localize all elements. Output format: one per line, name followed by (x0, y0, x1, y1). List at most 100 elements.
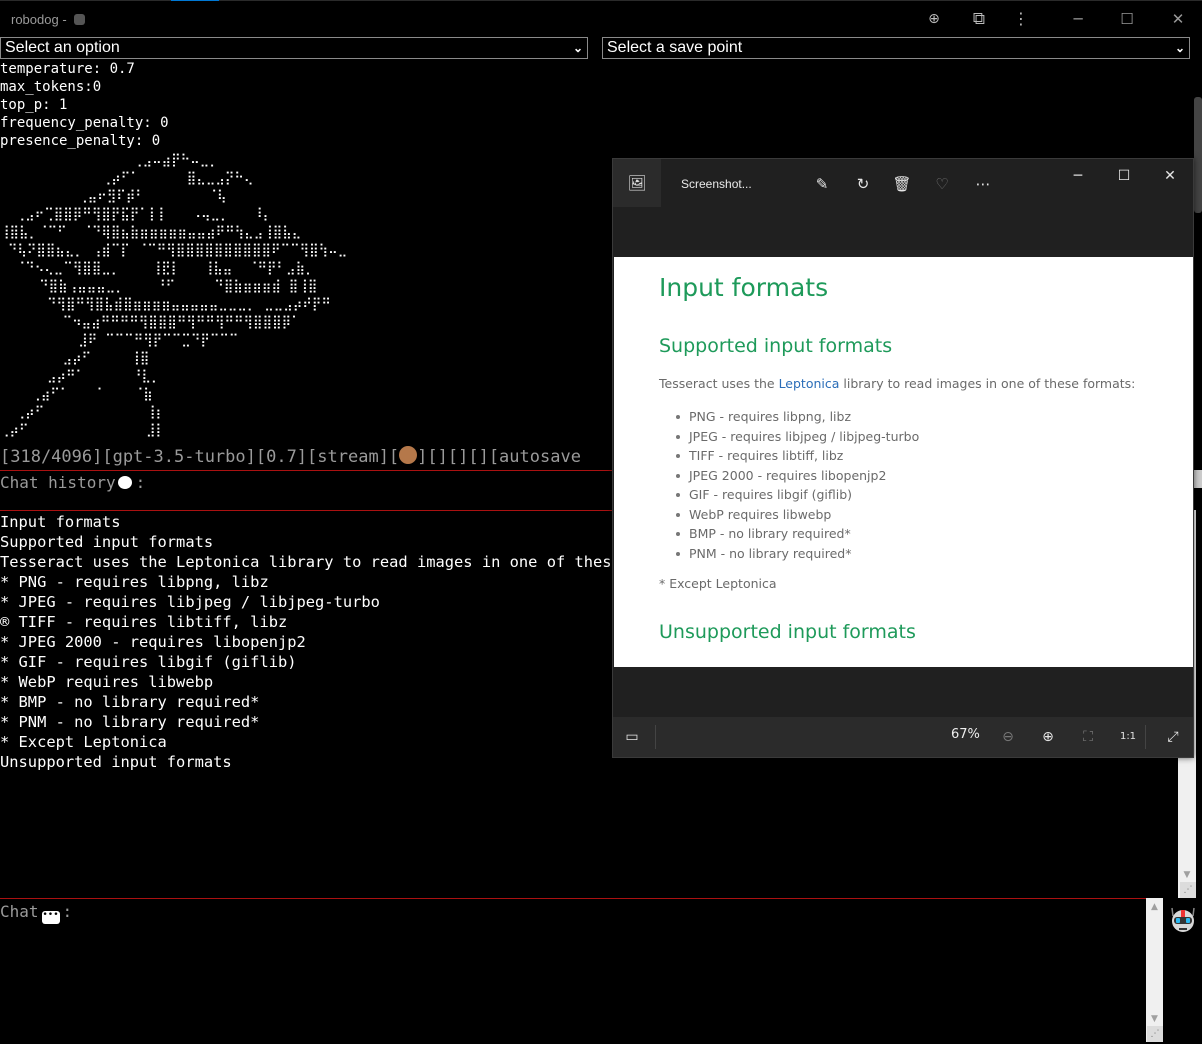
ascii-art-line: ⠙⢧⠝⣿⣿⣦⣄⡀ ⢠⣾⠉⡏ ⠈⠉⠛⢻⣿⣿⣿⣿⣿⣿⣿⣿⣿⣿⠟⠉⠉⢻⣿⢳⠤⣀ (0, 243, 348, 258)
app-title-text: robodog - (11, 12, 71, 27)
leptonica-link: Leptonica (778, 376, 840, 391)
list-item: TIFF - requires libtiff, libz (674, 446, 919, 466)
status-line-suffix: ][][][][autosave (417, 447, 581, 467)
list-item: GIF - requires libgif (giflib) (674, 485, 919, 505)
ascii-art-line: ⢀⡴⠋ ⢸⡆ (0, 405, 166, 420)
page-scrollbar-thumb[interactable] (1194, 97, 1202, 213)
zoom-in-icon[interactable]: ⊕ (1036, 726, 1060, 748)
ascii-art-line: ⢀⣤⠖⣻⠏⡾⠃ ⠈⢧ (0, 189, 227, 204)
chevron-down-icon: ⌄ (1174, 41, 1185, 55)
setting-temperature: temperature: 0.7 (0, 61, 135, 77)
rotate-icon[interactable]: ↻ (851, 173, 875, 195)
status-line: [318/4096][gpt-3.5-turbo][0.7][stream][]… (0, 446, 612, 467)
chat-history-colon: : (135, 473, 146, 492)
chat-label-colon: : (62, 902, 73, 921)
list-item: WebP requires libwebp (674, 505, 919, 525)
viewer-close-button[interactable]: ✕ (1155, 165, 1185, 187)
fullscreen-icon[interactable]: ⤢ (1161, 726, 1185, 748)
ascii-art-line: ⢀⣠⠖⢉⣿⣿⡿⠛⢻⣿⡟⣯⡟⠁⡇⡇ ⠠⢤⣀⡀ ⠸⡄ (0, 207, 273, 222)
chat-label-text: Chat (0, 902, 39, 921)
separator (655, 725, 656, 749)
save-point-select[interactable]: Select a save point ⌄ (602, 37, 1190, 59)
list-item: PNM - no library required* (674, 544, 919, 564)
ascii-art-line: ⠙⢻⣿⠛⢻⣿⣧⣾⣿⣶⣶⣶⣶⣤⣤⣤⣤⣤⣀⣀⣀⡀ ⣀⣀⣠⡴⠞⡟⠛ (0, 297, 331, 312)
list-item: PNG - requires libpng, libz (674, 407, 919, 427)
ascii-art-line: ⢀⣠⠤⣴⡟⠓⠤⣀⡀ (0, 153, 219, 168)
speech-bubble-icon (117, 476, 132, 489)
app-title: robodog - (11, 12, 86, 27)
doc-intro: Tesseract uses the Leptonica library to … (659, 376, 1135, 391)
ascii-art-line: ⠈⠙⠢⢄⣀⠉⢻⣿⣿⣀⡀ ⢸⣟⡇ ⢸⣧⣤ ⠈⠛⡟⠃⣠⣷⡀ (0, 261, 315, 276)
resize-handle[interactable]: ⋰ (1180, 882, 1196, 898)
doc-intro-text: Tesseract uses the (659, 376, 779, 391)
fit-to-window-icon[interactable]: ⛶ (1076, 726, 1100, 748)
more-icon[interactable]: ⋯ (971, 173, 995, 195)
chat-input[interactable] (0, 920, 1146, 1040)
option-select-value: Select an option (5, 39, 120, 56)
scroll-down-arrow-icon[interactable]: ▼ (1146, 1014, 1163, 1024)
separator (1145, 725, 1146, 749)
sloth-emoji-icon (399, 446, 418, 464)
ascii-art-line: ⣸⠟ ⠉⠉⠉⠛⢻⡟⠉⠉⣉⠙⡟⠉⠉⠉ (0, 333, 239, 348)
doc-footnote: * Except Leptonica (659, 576, 777, 591)
maximize-button[interactable]: ☐ (1112, 7, 1142, 31)
ascii-art-line: ⣠⡴⠋ ⢸⣿ (0, 351, 150, 366)
chat-input-scrollbar[interactable]: ▲ ▼ (1146, 898, 1163, 1042)
delete-icon[interactable]: 🗑 (890, 173, 914, 195)
robot-favicon-icon (74, 14, 86, 25)
zoom-level: 67% (951, 727, 980, 742)
favorite-icon[interactable]: ♡ (930, 173, 954, 195)
save-point-select-value: Select a save point (607, 39, 743, 56)
viewer-maximize-button[interactable]: ☐ (1109, 165, 1139, 187)
list-item: BMP - no library required* (674, 524, 919, 544)
viewer-minimize-button[interactable]: ─ (1063, 165, 1093, 187)
ascii-art-line: ⢀⡴⠋ ⣸⡇ (0, 423, 166, 438)
ascii-art-line: ⠙⣿⣷⢠⣤⣤⣤⣀⡀ ⠘⠋ ⠙⣿⣷⣶⣶⣶⣾ ⣿⢸⣿ (0, 279, 318, 294)
resize-handle[interactable]: ⋰ (1147, 1026, 1163, 1042)
close-button[interactable]: ✕ (1163, 7, 1193, 31)
setting-top-p: top_p: 1 (0, 97, 68, 113)
chat-history-text: Chat history (0, 473, 116, 492)
divider (0, 470, 612, 471)
image-canvas[interactable]: Input formats Supported input formats Te… (614, 257, 1193, 667)
ascii-art-line: ⢀⣴⠋⠁ ⠈ ⠈⣷ (0, 387, 153, 402)
formats-list: PNG - requires libpng, libz JPEG - requi… (674, 407, 919, 563)
setting-presence-penalty: presence_penalty: 0 (0, 133, 161, 149)
ascii-art-line: ⣠⡴⠛⠁ ⠘⣇⡀ (0, 369, 161, 384)
doc-heading-unsupported: Unsupported input formats (659, 621, 916, 643)
list-item: JPEG - requires libjpeg / libjpeg-turbo (674, 427, 919, 447)
list-item: JPEG 2000 - requires libopenjp2 (674, 466, 919, 486)
title-bar: robodog - ⊕ ⧉ ⋮ ─ ☐ ✕ (0, 1, 1202, 37)
ascii-art-line: ⠉⠲⣤⣴⠛⠛⠛⠛⢻⣿⣿⣿⠛⢻⠛⠛⢻⠛⠛⢻⣿⣿⣿⡿⠁ (0, 315, 301, 330)
page-scrollbar-marker (1193, 470, 1202, 488)
setting-frequency-penalty: frequency_penalty: 0 (0, 115, 169, 131)
photos-app-icon[interactable]: 🖼 (613, 159, 661, 207)
filmstrip-icon[interactable]: ▭ (620, 726, 644, 748)
more-options-icon[interactable]: ⋮ (1009, 9, 1033, 29)
scroll-up-arrow-icon[interactable]: ▲ (1146, 902, 1163, 912)
photos-viewer-window[interactable]: 🖼 Screenshot... ✎ ↻ 🗑 ♡ ⋯ ─ ☐ ✕ Input fo… (612, 158, 1194, 758)
doc-intro-text: library to read images in one of these f… (839, 376, 1136, 391)
viewer-title: Screenshot... (681, 177, 752, 191)
edit-icon[interactable]: ✎ (810, 173, 834, 195)
option-select[interactable]: Select an option ⌄ (0, 37, 588, 59)
ascii-art-logo: ⢀⣠⠤⣴⡟⠓⠤⣀⡀ ⢀⡴⠋⠁ ⣿⣄⣀⣠⡝⠓⢄ ⢀⣤⠖⣻⠏⡾⠃ ⠈⢧ ⢀⣠⠖⢉⣿⣿… (0, 152, 347, 440)
doc-heading-supported: Supported input formats (659, 335, 893, 357)
zoom-out-icon[interactable]: ⊖ (996, 726, 1020, 748)
doc-title: Input formats (659, 273, 829, 302)
viewer-bottom-bar: ▭ 67% ⊖ ⊕ ⛶ 1:1 ⤢ (613, 717, 1193, 757)
minimize-button[interactable]: ─ (1063, 7, 1093, 31)
scroll-down-arrow-icon[interactable]: ▼ (1178, 870, 1196, 880)
actual-size-icon[interactable]: 1:1 (1116, 726, 1140, 748)
chevron-down-icon: ⌄ (572, 41, 583, 55)
status-line-prefix: [318/4096][gpt-3.5-turbo][0.7][stream][ (0, 447, 400, 467)
ascii-art-line: ⢸⣿⣧⡀⠈⠉⠋ ⠈⠙⢿⣿⣦⣷⣶⣶⣶⣶⣶⣤⣤⣴⠟⠛⢳⣄⣠⢸⣿⣧⣄ (0, 225, 302, 240)
extensions-icon[interactable]: ⧉ (967, 9, 991, 29)
divider (0, 898, 1146, 899)
model-settings: temperature: 0.7 max_tokens:0 top_p: 1 f… (0, 60, 169, 150)
chat-history-label: Chat history: (0, 473, 145, 492)
ascii-art-line: ⢀⡴⠋⠁ ⣿⣄⣀⣠⡝⠓⢄ (0, 171, 254, 186)
zoom-in-icon[interactable]: ⊕ (922, 9, 946, 29)
setting-max-tokens: max_tokens:0 (0, 79, 102, 95)
robodog-avatar-icon[interactable] (1169, 906, 1197, 936)
